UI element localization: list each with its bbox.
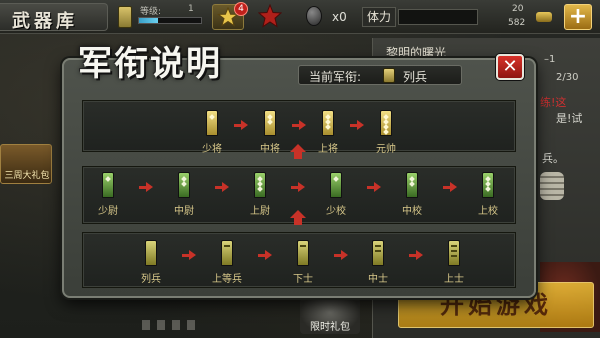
close-button[interactable]: ✕ [496,54,524,80]
stamina-label: 体力 [362,7,396,27]
progression-arrow [182,250,196,260]
rank-insignia-icon [102,172,114,198]
progression-arrow [234,120,248,130]
rank-少将: 少将 [192,110,232,155]
rank-上等兵: 上等兵 [207,240,247,285]
rank-name: 上士 [444,274,464,285]
progression-arrow [350,120,364,130]
mission-text-line3: 兵。 [542,152,564,165]
level-box: 等级: 1 [114,4,204,30]
rank-name: 上将 [318,144,338,155]
rank-insignia-icon [383,68,395,83]
rank-name: 元帅 [376,144,396,155]
rank-少尉: 少尉 [88,172,128,217]
progression-arrow [291,182,305,192]
rank-insignia-icon [145,240,157,266]
rank-insignia-icon [406,172,418,198]
rank-insignia-icon [330,172,342,198]
stamina-bar [398,9,478,25]
rank-insignia-icon [448,240,460,266]
resource-bottom-value: 582 [508,18,526,28]
egg-icon [306,6,322,26]
page-dot [142,320,150,330]
progression-arrow [334,250,348,260]
rank-name: 中士 [368,274,388,285]
star-button[interactable] [257,3,283,32]
progression-arrow [258,250,272,260]
rank-中尉: 中尉 [164,172,204,217]
progression-arrow [409,250,423,260]
rank-name: 上校 [478,206,498,217]
rank-元帅: 元帅 [366,110,406,155]
mission-number: –1 [544,54,556,65]
limited-gift-label: 限时礼包 [310,322,350,333]
red-star-icon [257,3,283,28]
rank-insignia-icon [254,172,266,198]
egg-count: x0 [332,10,347,24]
rank-name: 列兵 [141,274,161,285]
progression-arrow [443,182,457,192]
rank-上校: 上校 [468,172,508,217]
rank-name: 中校 [402,206,422,217]
coin-icon [536,12,552,22]
rank-insignia-icon [264,110,276,136]
screen-title-plate: 武器库 [0,3,108,32]
rank-insignia-icon [372,240,384,266]
level-value: 1 [188,4,194,14]
rank-insignia-icon [322,110,334,136]
page-dot [172,320,180,330]
rank-insignia-icon [297,240,309,266]
rank-上将: 上将 [308,110,348,155]
progression-arrow [139,182,153,192]
rank-上士: 上士 [434,240,474,285]
coin-stack-icon [540,172,564,200]
rank-name: 少将 [202,144,222,155]
rank-name: 少尉 [98,206,118,217]
rank-name: 上尉 [250,206,270,217]
rank-insignia-icon [206,110,218,136]
mission-progress: 2/30 [556,72,579,83]
rank-insignia-icon [118,6,132,28]
current-rank-value: 列兵 [403,70,428,84]
level-label: 等级: [140,7,162,17]
rank-name: 少校 [326,206,346,217]
dialog-title: 军衔说明 [78,44,222,84]
mission-text-line1: 练!这 [540,96,567,109]
rank-列兵: 列兵 [131,240,171,285]
rank-insignia-icon [380,110,392,136]
add-resource-button[interactable]: + [564,4,592,30]
promotion-up-arrow [290,210,306,226]
rank-少校: 少校 [316,172,356,217]
rank-中士: 中士 [358,240,398,285]
progression-arrow [292,120,306,130]
progression-arrow [215,182,229,192]
rank-name: 下士 [293,274,313,285]
rank-insignia-icon [221,240,233,266]
rank-下士: 下士 [283,240,323,285]
resource-top-value: 20 [512,4,524,14]
page-dot [157,320,165,330]
rank-上尉: 上尉 [240,172,280,217]
page-dot [187,320,195,330]
promotion-up-arrow [290,144,306,160]
current-rank-label: 当前军衔: [309,70,362,84]
gift-pack-label: 三周大礼包 [4,171,50,181]
rank-name: 上等兵 [212,274,242,285]
progression-arrow [367,182,381,192]
rank-insignia-icon [178,172,190,198]
notification-badge: 4 [234,2,248,16]
current-rank-box: 当前军衔: 列兵 [298,65,462,85]
rank-insignia-icon [482,172,494,198]
level-progress-bar [138,17,202,24]
top-bar: 武器库 等级: 1 4 x0 体力 20 582 + [0,0,600,34]
rank-name: 中将 [260,144,280,155]
screen-title: 武器库 [12,11,78,32]
rank-中校: 中校 [392,172,432,217]
mission-text-line2: 是!试 [556,112,583,125]
rank-中将: 中将 [250,110,290,155]
page-indicator [142,320,195,330]
rank-name: 中尉 [174,206,194,217]
